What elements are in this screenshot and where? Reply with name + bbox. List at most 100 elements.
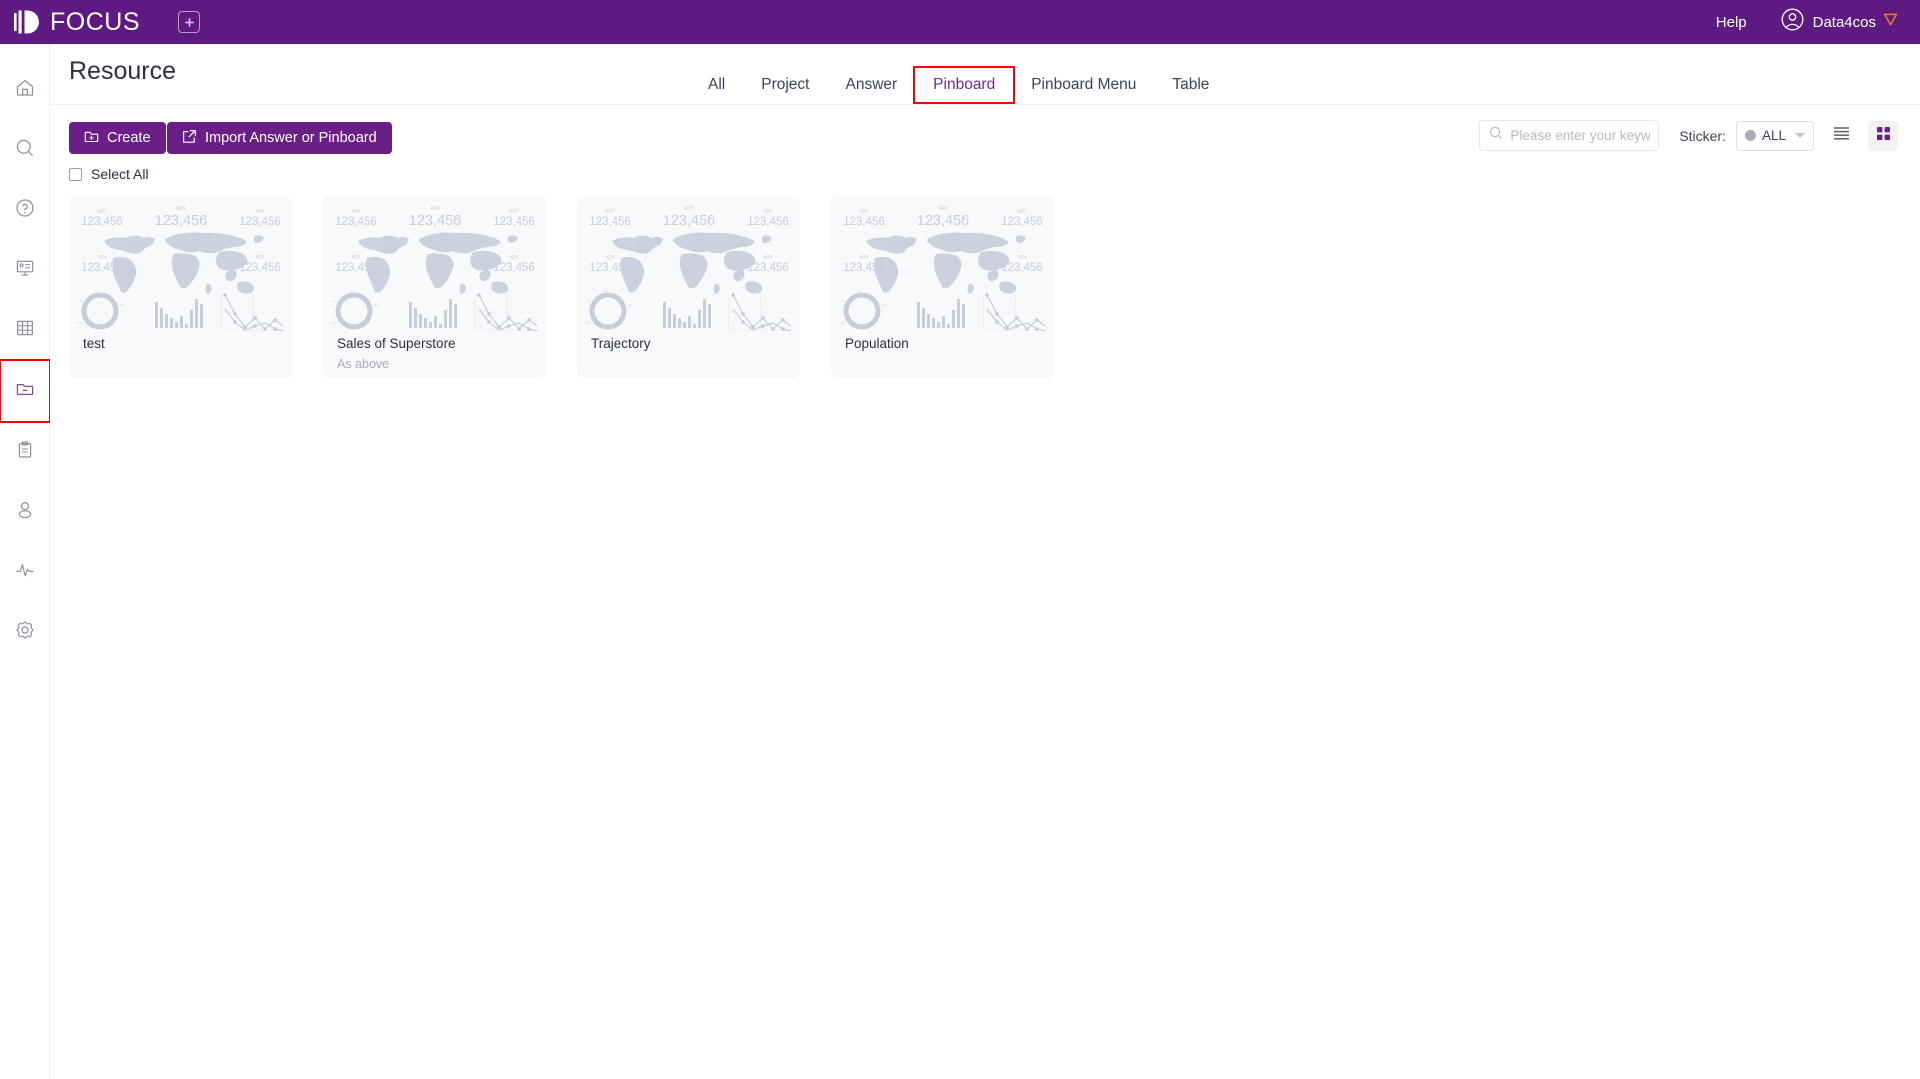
svg-text:KPI: KPI [764,209,772,215]
sidebar-item-clipboard[interactable] [0,422,50,482]
search-box[interactable] [1479,120,1660,151]
svg-text:0%: 0% [79,299,84,303]
question-circle-icon [15,198,35,223]
svg-text:75%: 75% [77,321,83,325]
create-button-label: Create [107,130,151,146]
svg-text:KPI: KPI [352,255,360,261]
shield-icon [1883,12,1898,32]
tab-project[interactable]: Project [743,68,827,102]
header-divider [50,104,1920,105]
svg-text:0%: 0% [841,299,846,303]
tab-answer[interactable]: Answer [827,68,915,102]
toolbar: Create Import Answer or Pinboard Please … [50,120,1920,160]
svg-text:123,456: 123,456 [589,216,631,228]
card-title: test [83,336,105,351]
svg-text:0%: 0% [587,299,592,303]
username-label: Data4cos [1812,13,1876,31]
user-circle-icon [1781,8,1804,36]
svg-text:25%: 25% [881,303,887,307]
topbar-right-group: Help Data4cos [1716,8,1898,36]
pinboard-card[interactable]: KPI 123,456 KPI 123,456 KPI 123,456 KPI … [577,196,800,378]
search-icon [15,138,35,163]
svg-text:25%: 25% [373,303,379,307]
search-input[interactable] [1510,128,1651,143]
clipboard-icon [15,440,35,465]
svg-text:KPI: KPI [860,255,868,261]
sidebar-item-home[interactable] [0,60,50,120]
svg-text:KPI: KPI [606,209,614,215]
page-title: Resource [69,57,176,85]
sidebar-item-monitor[interactable] [0,542,50,602]
user-menu[interactable]: Data4cos [1781,8,1898,36]
svg-text:KPI: KPI [1018,209,1026,215]
card-title: Population [845,336,909,351]
select-all-row[interactable]: Select All [69,166,149,182]
presentation-icon [15,258,35,283]
plus-square-icon[interactable] [178,11,200,33]
create-button[interactable]: Create [69,122,166,154]
sidebar-item-table[interactable] [0,300,50,360]
svg-text:KPI: KPI [98,209,106,215]
svg-text:0%: 0% [95,289,100,293]
sticker-label: Sticker: [1679,127,1726,144]
svg-text:KPI: KPI [510,209,518,215]
svg-text:75%: 75% [331,321,337,325]
import-button[interactable]: Import Answer or Pinboard [167,122,392,154]
svg-text:KPI: KPI [764,255,772,261]
card-subtitle: As above [337,357,390,371]
folder-plus-icon [84,129,99,148]
svg-text:123,456: 123,456 [155,213,207,229]
svg-text:0%: 0% [603,289,608,293]
svg-text:KPI: KPI [939,206,948,212]
svg-text:123,456: 123,456 [843,216,885,228]
tab-all[interactable]: All [690,68,743,102]
help-link[interactable]: Help [1716,14,1747,31]
pinboard-card[interactable]: KPI 123,456 KPI 123,456 KPI 123,456 KPI … [69,196,292,378]
dashboard-placeholder-thumbnail: KPI 123,456 KPI 123,456 KPI 123,456 KPI … [831,196,1054,336]
svg-text:KPI: KPI [1018,255,1026,261]
sidebar-item-search[interactable] [0,120,50,180]
card-grid: KPI 123,456 KPI 123,456 KPI 123,456 KPI … [69,196,1054,378]
svg-text:KPI: KPI [256,255,264,261]
app-logo[interactable]: FOCUS [14,8,140,37]
top-header-bar: FOCUS Help Data4cos [0,0,1920,44]
svg-text:123,456: 123,456 [663,213,715,229]
tab-pinboard-menu[interactable]: Pinboard Menu [1013,68,1154,102]
svg-text:0%: 0% [857,289,862,293]
sticker-select[interactable]: ALL [1736,120,1814,151]
sidebar-item-settings[interactable] [0,602,50,662]
tab-table[interactable]: Table [1154,68,1227,102]
pinboard-card[interactable]: KPI 123,456 KPI 123,456 KPI 123,456 KPI … [323,196,546,378]
select-all-label: Select All [91,166,149,182]
svg-text:75%: 75% [585,321,591,325]
svg-text:KPI: KPI [352,209,360,215]
select-all-checkbox[interactable] [69,167,82,181]
toolbar-right-group: Sticker: ALL [1479,120,1898,151]
dashboard-placeholder-thumbnail: KPI 123,456 KPI 123,456 KPI 123,456 KPI … [577,196,800,336]
import-icon [182,129,197,148]
svg-text:123,456: 123,456 [917,213,969,229]
svg-text:123,456: 123,456 [747,216,789,228]
svg-text:KPI: KPI [256,209,264,215]
list-view-button[interactable] [1826,121,1856,151]
svg-text:0%: 0% [349,289,354,293]
svg-text:KPI: KPI [177,206,186,212]
sidebar-item-help[interactable] [0,180,50,240]
svg-text:75%: 75% [839,321,845,325]
sticker-selected-value: ALL [1762,128,1787,143]
tab-pinboard[interactable]: Pinboard [913,66,1016,104]
svg-text:KPI: KPI [510,255,518,261]
svg-text:KPI: KPI [860,209,868,215]
grid-table-icon [15,318,35,343]
sidebar-item-user[interactable] [0,482,50,542]
sidebar-item-presentation[interactable] [0,240,50,300]
main-content: Resource All Project Answer Pinboard Pin… [50,44,1920,1079]
pinboard-card[interactable]: KPI 123,456 KPI 123,456 KPI 123,456 KPI … [831,196,1054,378]
sticker-color-dot [1745,130,1756,141]
focus-logo-icon [14,9,44,35]
sidebar-item-resource[interactable] [0,359,51,423]
svg-text:KPI: KPI [606,255,614,261]
svg-text:KPI: KPI [98,255,106,261]
grid-view-button[interactable] [1868,120,1898,151]
svg-text:KPI: KPI [431,206,440,212]
